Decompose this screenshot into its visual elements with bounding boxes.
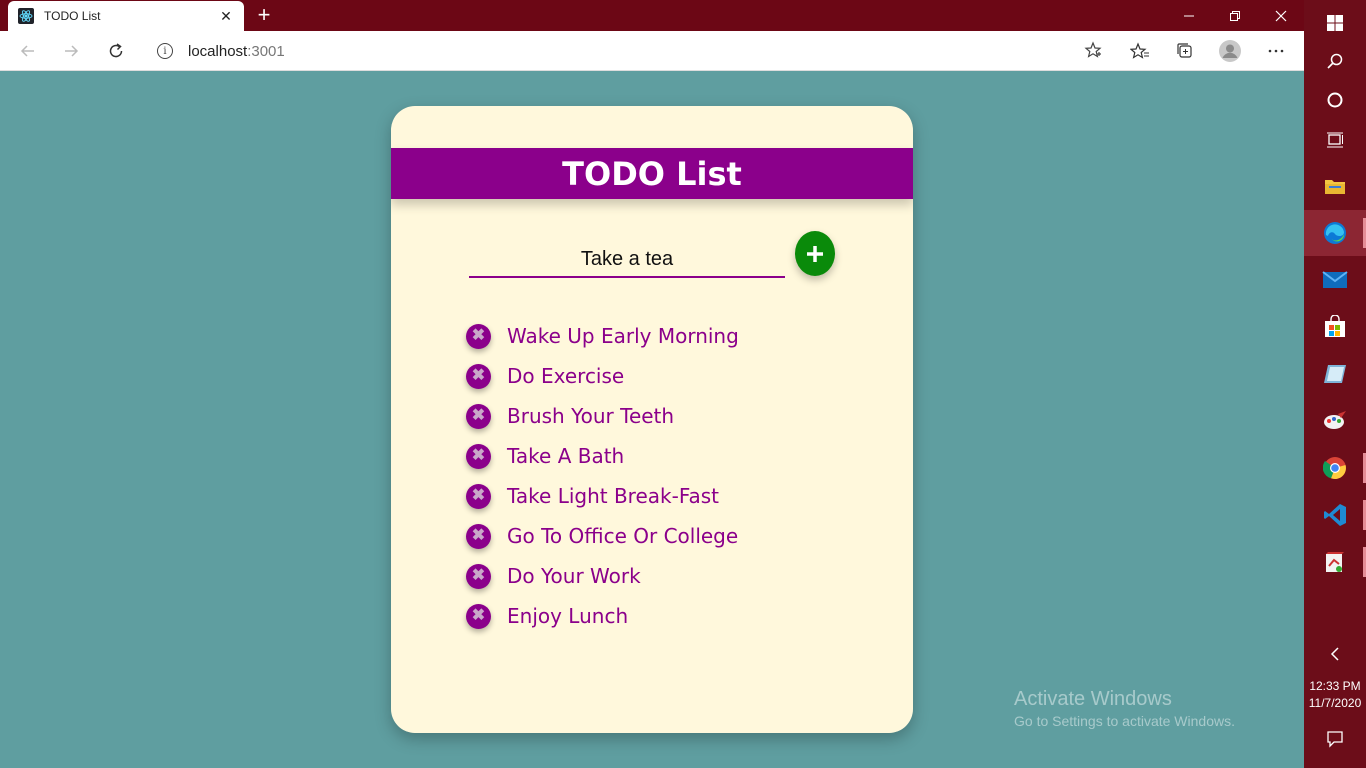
file-explorer-icon[interactable] [1304, 163, 1366, 209]
task-view-icon[interactable] [1304, 117, 1366, 163]
more-icon[interactable] [1260, 36, 1292, 66]
delete-button[interactable]: ✖ [466, 363, 491, 389]
address-host: localhost [188, 42, 248, 60]
close-x-icon: ✖ [471, 607, 486, 624]
todo-input[interactable] [469, 242, 785, 278]
profile-icon[interactable] [1214, 36, 1246, 66]
activate-windows-watermark: Activate Windows Go to Settings to activ… [1014, 688, 1235, 729]
card-header: TODO List [391, 148, 913, 199]
close-x-icon: ✖ [471, 367, 486, 384]
chevron-left-icon[interactable] [1304, 631, 1366, 677]
close-x-icon: ✖ [471, 447, 486, 464]
mail-icon[interactable] [1304, 257, 1366, 303]
watermark-subtitle: Go to Settings to activate Windows. [1014, 713, 1235, 729]
clock-time: 12:33 PM [1309, 679, 1361, 693]
close-x-icon: ✖ [471, 567, 486, 584]
watermark-title: Activate Windows [1014, 688, 1172, 710]
react-icon [18, 8, 34, 24]
forward-icon[interactable] [55, 36, 87, 66]
back-icon[interactable] [12, 36, 44, 66]
list-item: ✖ Do Your Work [466, 556, 739, 596]
delete-button[interactable]: ✖ [466, 563, 491, 589]
delete-button[interactable]: ✖ [466, 403, 491, 429]
browser-tab[interactable]: TODO List ✕ [8, 1, 244, 31]
tab-title: TODO List [44, 9, 101, 23]
new-tab-button[interactable]: + [252, 2, 276, 28]
delete-button[interactable]: ✖ [466, 443, 491, 469]
browser-titlebar: TODO List ✕ + [0, 0, 1304, 31]
address-bar[interactable]: i localhost:3001 [144, 35, 1112, 67]
info-icon[interactable]: i [157, 43, 173, 59]
todo-card: TODO List ✖ Wake Up Early Morning ✖ Do E… [391, 106, 913, 733]
clock-date: 11/7/2020 [1308, 696, 1362, 710]
favorites-icon[interactable] [1124, 36, 1156, 66]
todo-list: ✖ Wake Up Early Morning ✖ Do Exercise ✖ … [466, 316, 739, 636]
browser-toolbar: i localhost:3001 [0, 31, 1304, 71]
restore-icon[interactable] [1212, 0, 1258, 31]
todo-text: Enjoy Lunch [507, 604, 629, 628]
todo-text: Take Light Break-Fast [507, 484, 720, 508]
delete-button[interactable]: ✖ [466, 603, 491, 629]
list-item: ✖ Do Exercise [466, 356, 739, 396]
address-port: :3001 [247, 42, 285, 60]
delete-button[interactable]: ✖ [466, 523, 491, 549]
list-item: ✖ Brush Your Teeth [466, 396, 739, 436]
todo-text: Brush Your Teeth [507, 404, 675, 428]
todo-text: Go To Office Or College [507, 524, 739, 548]
todo-text: Do Your Work [507, 564, 641, 588]
chrome-icon[interactable] [1304, 445, 1366, 491]
collections-icon[interactable] [1169, 36, 1201, 66]
tab-close-icon[interactable]: ✕ [218, 8, 234, 25]
refresh-icon[interactable] [100, 36, 132, 66]
vscode-icon[interactable] [1304, 492, 1366, 538]
add-button[interactable] [795, 231, 835, 276]
edge-icon[interactable] [1304, 210, 1366, 256]
list-item: ✖ Enjoy Lunch [466, 596, 739, 636]
todo-text: Wake Up Early Morning [507, 324, 739, 348]
notepad-icon[interactable] [1304, 351, 1366, 397]
plus-icon [807, 245, 823, 262]
list-item: ✖ Take A Bath [466, 436, 739, 476]
delete-button[interactable]: ✖ [466, 323, 491, 349]
paint-icon[interactable] [1304, 398, 1366, 444]
close-x-icon: ✖ [471, 327, 486, 344]
close-icon[interactable] [1258, 0, 1304, 31]
close-x-icon: ✖ [471, 407, 486, 424]
star-icon[interactable] [1084, 41, 1102, 64]
close-x-icon: ✖ [471, 487, 486, 504]
minimize-icon[interactable] [1166, 0, 1212, 31]
app-icon[interactable] [1304, 539, 1366, 585]
notification-icon[interactable] [1304, 716, 1366, 762]
list-item: ✖ Take Light Break-Fast [466, 476, 739, 516]
todo-text: Do Exercise [507, 364, 625, 388]
delete-button[interactable]: ✖ [466, 483, 491, 509]
store-icon[interactable] [1304, 304, 1366, 350]
list-item: ✖ Wake Up Early Morning [466, 316, 739, 356]
windows-taskbar: 12:33 PM 11/7/2020 [1304, 0, 1366, 768]
list-item: ✖ Go To Office Or College [466, 516, 739, 556]
todo-text: Take A Bath [507, 444, 625, 468]
close-x-icon: ✖ [471, 527, 486, 544]
page-title: TODO List [562, 154, 742, 193]
taskbar-clock[interactable]: 12:33 PM 11/7/2020 [1304, 678, 1366, 712]
